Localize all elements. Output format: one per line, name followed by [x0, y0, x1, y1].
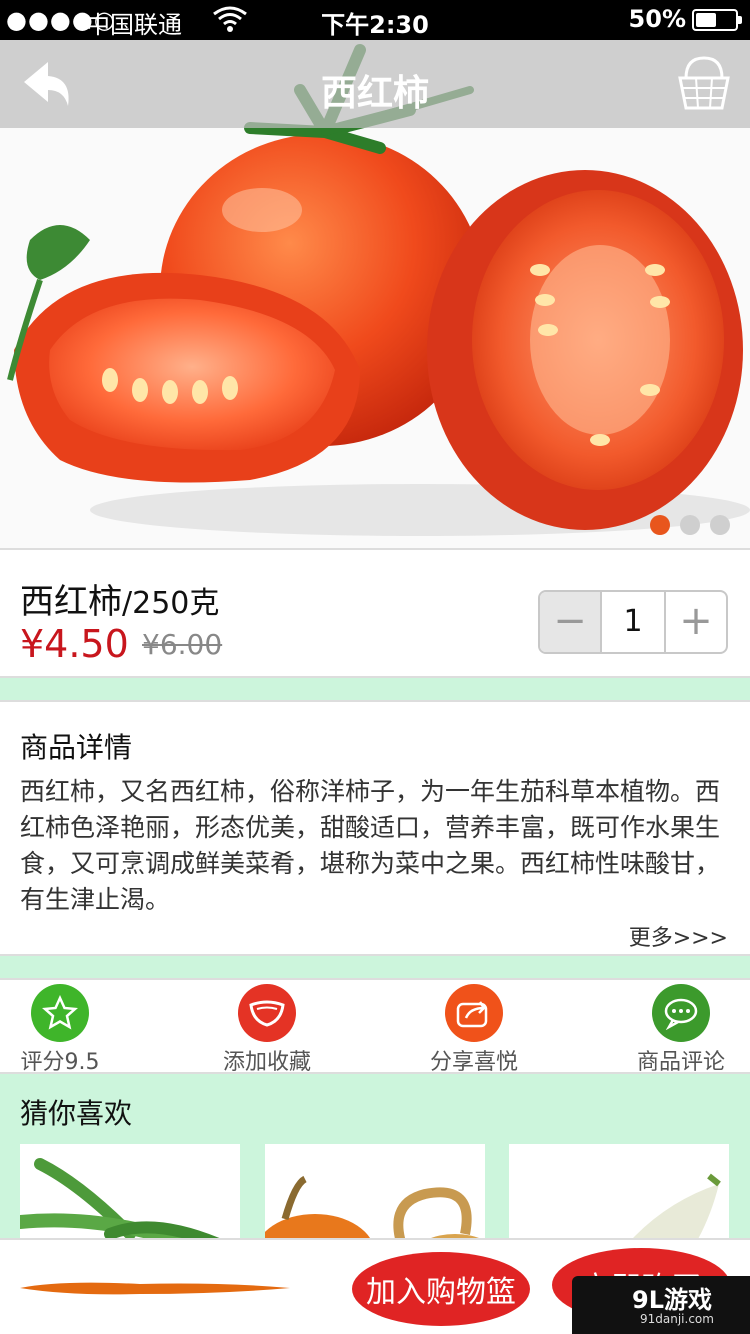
carousel-dot[interactable] [680, 515, 700, 535]
watermark-url: 91danji.com [640, 1312, 714, 1326]
comment-label: 商品评论 [636, 1050, 725, 1075]
comment-icon [652, 984, 710, 1042]
watermark-text: 9L游戏 [632, 1286, 712, 1314]
product-name-text: 西红柿 [20, 582, 122, 622]
status-bar: ●●●●○ 中国联通 下午2:30 50% [0, 0, 750, 40]
carousel-dot[interactable] [650, 515, 670, 535]
gourd-image [633, 1173, 721, 1238]
recommend-item[interactable] [509, 1144, 729, 1238]
add-to-basket-button[interactable]: 加入购物篮 [352, 1252, 530, 1326]
nav-bar: 西红柿 [0, 40, 750, 128]
watermark-logo: 9L游戏 91danji.com [572, 1276, 750, 1334]
quantity-value[interactable]: 1 [602, 592, 664, 652]
pumpkin-image [265, 1175, 479, 1238]
section-divider [0, 678, 750, 700]
action-row: 评分9.5 添加收藏 分享喜悦 商品评论 [0, 978, 750, 1076]
section-divider [0, 956, 750, 978]
product-unit: /250克 [122, 586, 220, 621]
brush-stroke-decoration [20, 1282, 290, 1295]
increase-button[interactable]: + [664, 592, 726, 652]
favorite-label: 添加收藏 [222, 1050, 311, 1075]
recommend-title: 猜你喜欢 [20, 1097, 133, 1130]
carousel-dot[interactable] [710, 515, 730, 535]
battery-icon [692, 9, 742, 31]
details-title: 商品详情 [20, 731, 133, 764]
basket-icon[interactable] [676, 54, 732, 114]
page-title: 西红柿 [320, 73, 429, 114]
favorite-action[interactable]: 添加收藏 [187, 984, 347, 1076]
rating-label: 评分9.5 [20, 1050, 100, 1075]
battery-percent: 50% [628, 5, 686, 33]
product-name: 西红柿/250克 [20, 574, 219, 623]
star-icon [31, 984, 89, 1042]
current-price: ¥4.50 [20, 622, 129, 666]
bottom-action-bar: 加入购物篮 立即购买 9L游戏 91danji.com [0, 1238, 750, 1334]
rating-action[interactable]: 评分9.5 [0, 984, 140, 1076]
favorite-icon [238, 984, 296, 1042]
comment-action[interactable]: 商品评论 [601, 984, 750, 1076]
original-price: ¥6.00 [142, 628, 223, 661]
quantity-stepper: − 1 + [538, 590, 728, 654]
more-link[interactable]: 更多>>> [629, 920, 728, 952]
details-description: 西红柿，又名西红柿，俗称洋柿子，为一年生茄科草本植物。西红柿色泽艳丽，形态优美，… [20, 777, 721, 914]
share-action[interactable]: 分享喜悦 [394, 984, 554, 1076]
product-details: 商品详情 西红柿，又名西红柿，俗称洋柿子，为一年生茄科草本植物。西红柿色泽艳丽，… [0, 700, 750, 956]
product-info: 西红柿/250克 ¥4.50 ¥6.00 − 1 + [0, 548, 750, 678]
recommend-item[interactable] [265, 1144, 485, 1238]
green-beans-image [20, 1158, 220, 1238]
decrease-button[interactable]: − [540, 592, 602, 652]
recommendations: 猜你喜欢 [0, 1074, 750, 1238]
carousel-indicator [650, 515, 730, 535]
recommend-item[interactable] [20, 1144, 240, 1238]
share-label: 分享喜悦 [429, 1050, 518, 1075]
share-icon [445, 984, 503, 1042]
